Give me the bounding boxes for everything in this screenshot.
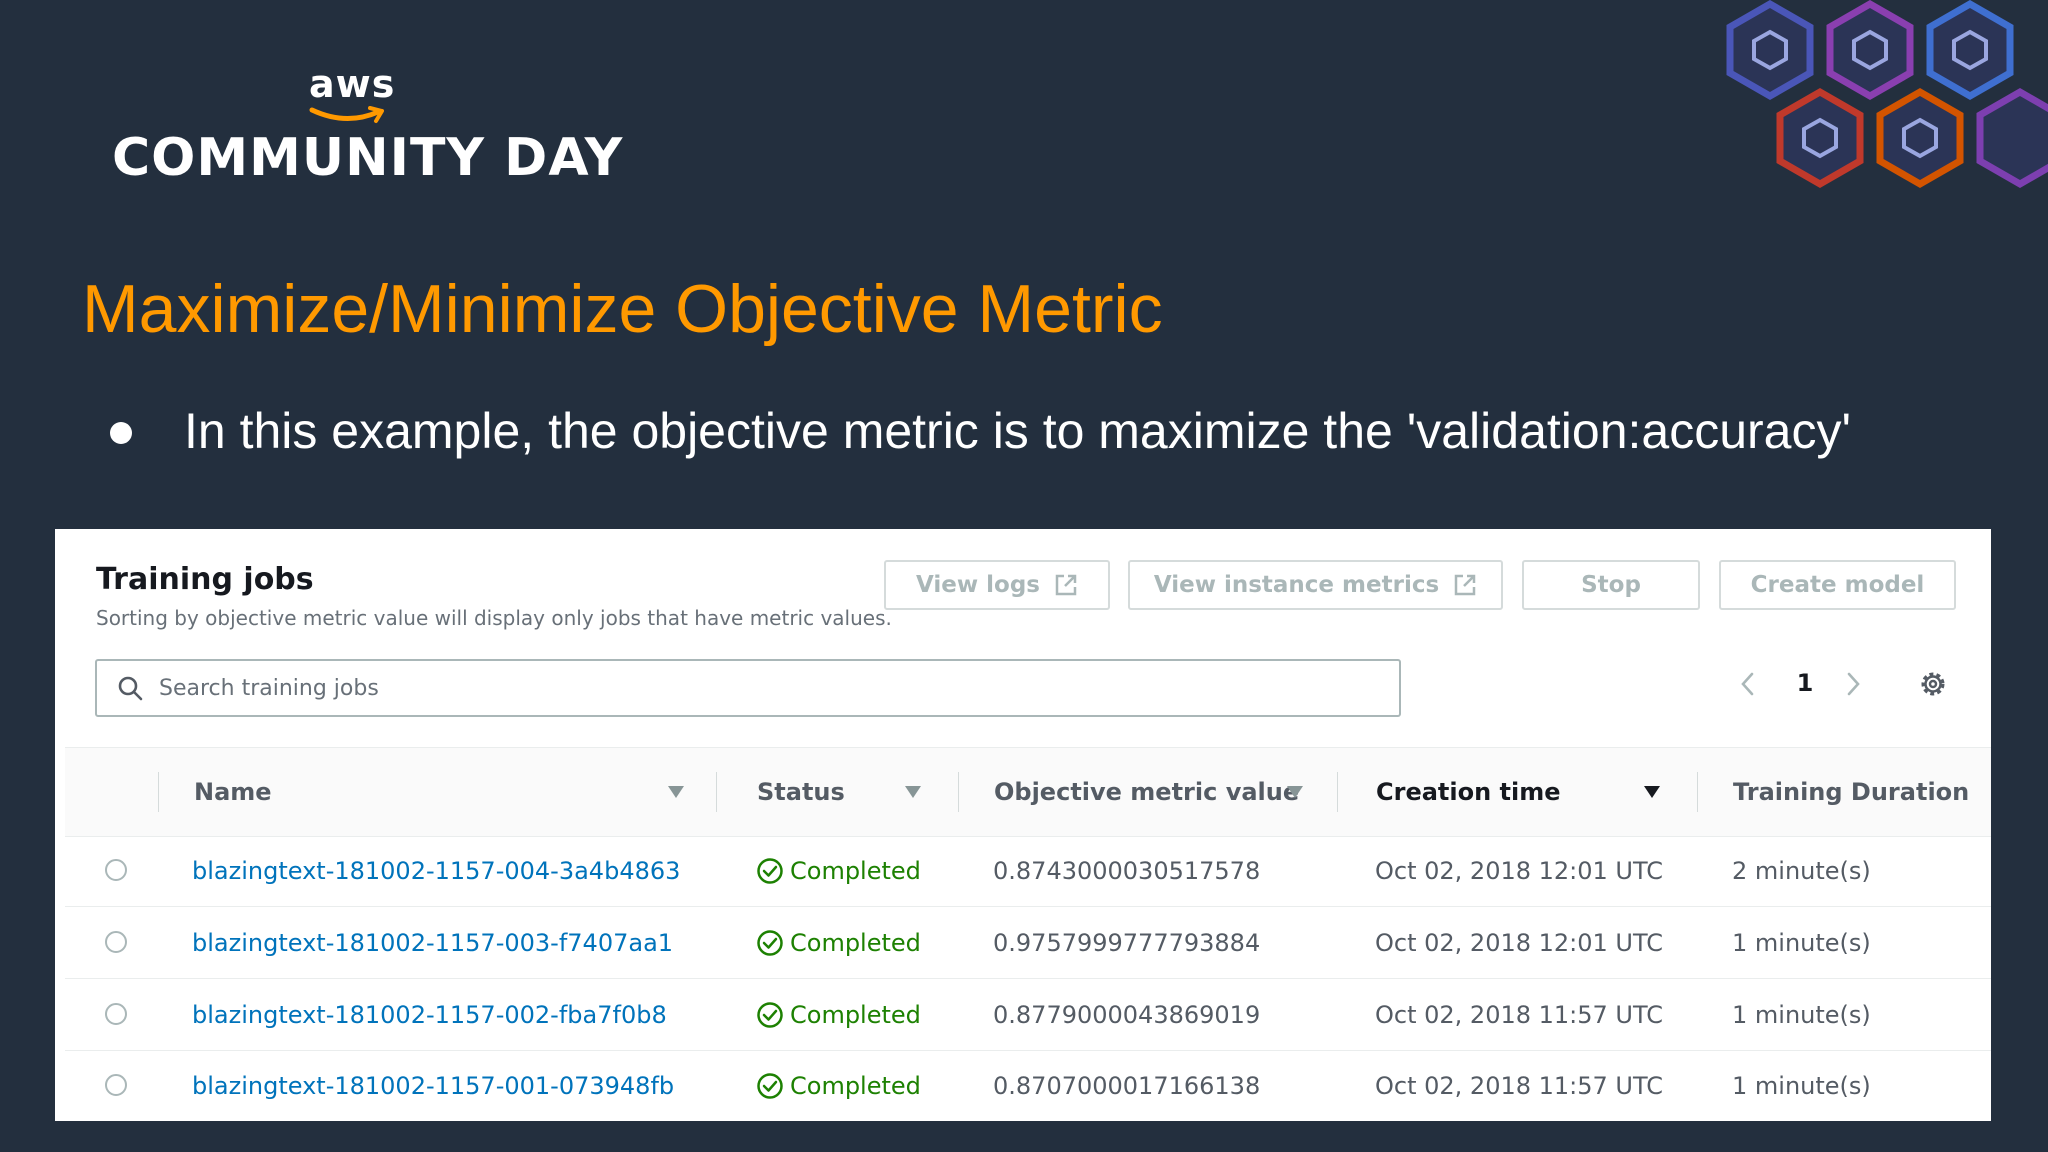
job-name-link[interactable]: blazingtext-181002-1157-002-fba7f0b8 — [192, 979, 667, 1050]
sort-caret-icon[interactable] — [667, 748, 685, 836]
status-cell: Completed — [756, 907, 921, 978]
creation-time: Oct 02, 2018 12:01 UTC — [1375, 856, 1663, 885]
view-logs-button[interactable]: View logs — [884, 560, 1110, 610]
status-text: Completed — [790, 1000, 921, 1029]
create-model-label: Create model — [1750, 572, 1925, 598]
check-circle-icon — [756, 857, 784, 885]
training-duration: 2 minute(s) — [1732, 856, 1871, 885]
objective-metric-value: 0.9757999777793884 — [993, 928, 1261, 957]
create-model-button[interactable]: Create model — [1719, 560, 1956, 610]
bullet-text: In this example, the objective metric is… — [184, 403, 1852, 459]
training-duration: 1 minute(s) — [1732, 1071, 1871, 1100]
gear-icon[interactable] — [1917, 668, 1949, 704]
status-cell: Completed — [756, 835, 921, 906]
creation-time: Oct 02, 2018 12:01 UTC — [1375, 928, 1663, 957]
hexagon-pattern-decoration — [1726, 0, 2048, 189]
table-header: Name Status Objective metric value Creat… — [65, 747, 1991, 837]
sort-caret-icon[interactable] — [904, 748, 922, 836]
previous-page-icon[interactable] — [1735, 669, 1761, 703]
status-text: Completed — [790, 856, 921, 885]
search-box — [95, 659, 1401, 717]
column-separator — [716, 772, 717, 812]
next-page-icon[interactable] — [1840, 669, 1866, 703]
panel-title: Training jobs — [96, 562, 314, 597]
check-circle-icon — [756, 1072, 784, 1100]
bullet-dot-icon — [110, 422, 132, 444]
external-link-icon — [1054, 573, 1078, 597]
job-name-link[interactable]: blazingtext-181002-1157-004-3a4b4863 — [192, 835, 680, 906]
column-separator — [1697, 772, 1698, 812]
row-select-radio[interactable] — [105, 931, 127, 953]
sort-caret-icon[interactable] — [1286, 748, 1304, 836]
status-cell: Completed — [756, 1050, 921, 1121]
status-text: Completed — [790, 1071, 921, 1100]
column-header-objective-metric-value[interactable]: Objective metric value — [994, 748, 1299, 836]
search-input[interactable] — [157, 674, 1361, 702]
column-header-training-duration[interactable]: Training Duration — [1733, 748, 1969, 836]
column-header-creation-time[interactable]: Creation time — [1376, 748, 1561, 836]
view-instance-metrics-button[interactable]: View instance metrics — [1128, 560, 1503, 610]
row-select-radio[interactable] — [105, 1074, 127, 1096]
stop-label: Stop — [1581, 572, 1641, 598]
objective-metric-value: 0.8707000017166138 — [993, 1071, 1261, 1100]
column-separator — [958, 772, 959, 812]
community-day-wordmark: COMMUNITY DAY — [112, 128, 624, 188]
status-cell: Completed — [756, 979, 921, 1050]
external-link-icon — [1453, 573, 1477, 597]
search-icon — [117, 675, 143, 701]
creation-time: Oct 02, 2018 11:57 UTC — [1375, 1000, 1663, 1029]
training-duration: 1 minute(s) — [1732, 928, 1871, 957]
stop-button[interactable]: Stop — [1522, 560, 1700, 610]
aws-community-day-logo: aws COMMUNITY DAY — [112, 62, 622, 202]
aws-wordmark: aws — [309, 62, 396, 106]
row-select-radio[interactable] — [105, 1003, 127, 1025]
status-text: Completed — [790, 928, 921, 957]
check-circle-icon — [756, 929, 784, 957]
table-row[interactable]: blazingtext-181002-1157-004-3a4b4863 Com… — [65, 835, 1991, 907]
current-page-number[interactable]: 1 — [1790, 669, 1820, 697]
creation-time: Oct 02, 2018 11:57 UTC — [1375, 1071, 1663, 1100]
column-separator — [1337, 772, 1338, 812]
job-name-link[interactable]: blazingtext-181002-1157-001-073948fb — [192, 1050, 674, 1121]
check-circle-icon — [756, 1001, 784, 1029]
table-row[interactable]: blazingtext-181002-1157-003-f7407aa1 Com… — [65, 907, 1991, 979]
objective-metric-value: 0.8779000043869019 — [993, 1000, 1261, 1029]
row-select-radio[interactable] — [105, 859, 127, 881]
view-instance-metrics-label: View instance metrics — [1153, 572, 1440, 598]
table-row[interactable]: blazingtext-181002-1157-001-073948fb Com… — [65, 1050, 1991, 1121]
column-header-status[interactable]: Status — [757, 748, 845, 836]
table-row[interactable]: blazingtext-181002-1157-002-fba7f0b8 Com… — [65, 979, 1991, 1051]
view-logs-label: View logs — [916, 572, 1040, 598]
sort-caret-active-icon[interactable] — [1643, 748, 1661, 836]
panel-subtitle: Sorting by objective metric value will d… — [96, 606, 892, 630]
column-separator — [158, 772, 159, 812]
training-duration: 1 minute(s) — [1732, 1000, 1871, 1029]
job-name-link[interactable]: blazingtext-181002-1157-003-f7407aa1 — [192, 907, 673, 978]
training-jobs-panel: Training jobs Sorting by objective metri… — [55, 529, 1991, 1121]
slide-title: Maximize/Minimize Objective Metric — [82, 271, 1163, 347]
column-header-name[interactable]: Name — [194, 748, 272, 836]
objective-metric-value: 0.8743000030517578 — [993, 856, 1261, 885]
aws-smile-icon — [309, 106, 384, 123]
